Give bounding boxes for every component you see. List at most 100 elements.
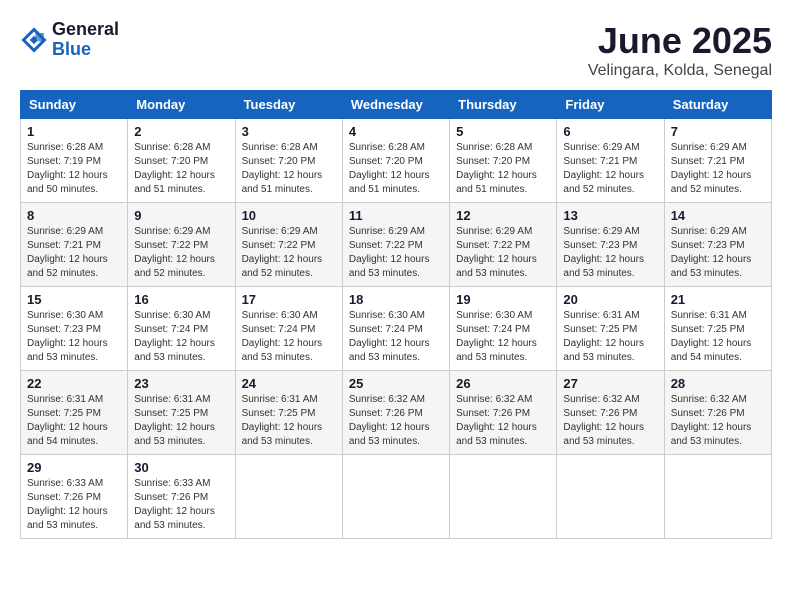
day-number: 4 — [349, 124, 443, 139]
table-row — [557, 455, 664, 539]
table-row — [235, 455, 342, 539]
day-info: Sunrise: 6:29 AM Sunset: 7:22 PM Dayligh… — [349, 225, 443, 281]
table-row: 25 Sunrise: 6:32 AM Sunset: 7:26 PM Dayli… — [342, 371, 449, 455]
table-row: 16 Sunrise: 6:30 AM Sunset: 7:24 PM Dayli… — [128, 287, 235, 371]
table-row: 8 Sunrise: 6:29 AM Sunset: 7:21 PM Daylig… — [21, 203, 128, 287]
col-friday: Friday — [557, 91, 664, 119]
table-row: 29 Sunrise: 6:33 AM Sunset: 7:26 PM Dayli… — [21, 455, 128, 539]
table-row: 19 Sunrise: 6:30 AM Sunset: 7:24 PM Dayli… — [450, 287, 557, 371]
logo-text: General Blue — [52, 20, 119, 60]
location-title: Velingara, Kolda, Senegal — [588, 62, 772, 80]
table-row: 15Sunrise: 6:30 AM Sunset: 7:23 PM Dayli… — [21, 287, 128, 371]
day-info: Sunrise: 6:28 AM Sunset: 7:20 PM Dayligh… — [134, 141, 228, 197]
calendar-week-2: 8 Sunrise: 6:29 AM Sunset: 7:21 PM Daylig… — [21, 203, 772, 287]
day-info: Sunrise: 6:28 AM Sunset: 7:20 PM Dayligh… — [242, 141, 336, 197]
day-number: 24 — [242, 376, 336, 391]
calendar-week-5: 29 Sunrise: 6:33 AM Sunset: 7:26 PM Dayli… — [21, 455, 772, 539]
day-info: Sunrise: 6:30 AM Sunset: 7:24 PM Dayligh… — [349, 309, 443, 365]
day-info: Sunrise: 6:28 AM Sunset: 7:20 PM Dayligh… — [456, 141, 550, 197]
day-info: Sunrise: 6:31 AM Sunset: 7:25 PM Dayligh… — [242, 393, 336, 449]
table-row: 20 Sunrise: 6:31 AM Sunset: 7:25 PM Dayli… — [557, 287, 664, 371]
table-row: 10 Sunrise: 6:29 AM Sunset: 7:22 PM Dayli… — [235, 203, 342, 287]
day-info: Sunrise: 6:33 AM Sunset: 7:26 PM Dayligh… — [27, 477, 121, 533]
table-row: 18Sunrise: 6:30 AM Sunset: 7:24 PM Dayli… — [342, 287, 449, 371]
col-saturday: Saturday — [664, 91, 771, 119]
calendar: Sunday Monday Tuesday Wednesday Thursday… — [20, 90, 772, 539]
day-number: 3 — [242, 124, 336, 139]
table-row: 4 Sunrise: 6:28 AM Sunset: 7:20 PM Daylig… — [342, 119, 449, 203]
day-info: Sunrise: 6:29 AM Sunset: 7:21 PM Dayligh… — [671, 141, 765, 197]
day-info: Sunrise: 6:31 AM Sunset: 7:25 PM Dayligh… — [27, 393, 121, 449]
day-info: Sunrise: 6:29 AM Sunset: 7:23 PM Dayligh… — [563, 225, 657, 281]
day-number: 7 — [671, 124, 765, 139]
table-row: 3 Sunrise: 6:28 AM Sunset: 7:20 PM Daylig… — [235, 119, 342, 203]
day-info: Sunrise: 6:32 AM Sunset: 7:26 PM Dayligh… — [563, 393, 657, 449]
day-info: Sunrise: 6:30 AM Sunset: 7:24 PM Dayligh… — [242, 309, 336, 365]
calendar-week-1: 1Sunrise: 6:28 AM Sunset: 7:19 PM Daylig… — [21, 119, 772, 203]
day-info: Sunrise: 6:29 AM Sunset: 7:21 PM Dayligh… — [27, 225, 121, 281]
table-row: 21 Sunrise: 6:31 AM Sunset: 7:25 PM Dayli… — [664, 287, 771, 371]
month-title: June 2025 — [588, 20, 772, 62]
day-info: Sunrise: 6:31 AM Sunset: 7:25 PM Dayligh… — [134, 393, 228, 449]
table-row: 5 Sunrise: 6:28 AM Sunset: 7:20 PM Daylig… — [450, 119, 557, 203]
day-number: 11 — [349, 208, 443, 223]
table-row: 2 Sunrise: 6:28 AM Sunset: 7:20 PM Daylig… — [128, 119, 235, 203]
day-number: 16 — [134, 292, 228, 307]
day-info: Sunrise: 6:32 AM Sunset: 7:26 PM Dayligh… — [671, 393, 765, 449]
header: General Blue June 2025 Velingara, Kolda,… — [20, 20, 772, 80]
day-number: 22 — [27, 376, 121, 391]
day-number: 29 — [27, 460, 121, 475]
day-info: Sunrise: 6:29 AM Sunset: 7:22 PM Dayligh… — [134, 225, 228, 281]
day-number: 9 — [134, 208, 228, 223]
col-sunday: Sunday — [21, 91, 128, 119]
table-row: 9 Sunrise: 6:29 AM Sunset: 7:22 PM Daylig… — [128, 203, 235, 287]
day-info: Sunrise: 6:30 AM Sunset: 7:24 PM Dayligh… — [134, 309, 228, 365]
table-row: 23Sunrise: 6:31 AM Sunset: 7:25 PM Dayli… — [128, 371, 235, 455]
col-wednesday: Wednesday — [342, 91, 449, 119]
col-tuesday: Tuesday — [235, 91, 342, 119]
title-area: June 2025 Velingara, Kolda, Senegal — [588, 20, 772, 80]
col-monday: Monday — [128, 91, 235, 119]
day-number: 5 — [456, 124, 550, 139]
day-info: Sunrise: 6:30 AM Sunset: 7:24 PM Dayligh… — [456, 309, 550, 365]
table-row: 14 Sunrise: 6:29 AM Sunset: 7:23 PM Dayli… — [664, 203, 771, 287]
table-row: 27Sunrise: 6:32 AM Sunset: 7:26 PM Dayli… — [557, 371, 664, 455]
table-row: 28Sunrise: 6:32 AM Sunset: 7:26 PM Dayli… — [664, 371, 771, 455]
day-number: 17 — [242, 292, 336, 307]
day-number: 13 — [563, 208, 657, 223]
day-info: Sunrise: 6:28 AM Sunset: 7:19 PM Dayligh… — [27, 141, 121, 197]
day-info: Sunrise: 6:31 AM Sunset: 7:25 PM Dayligh… — [671, 309, 765, 365]
day-info: Sunrise: 6:28 AM Sunset: 7:20 PM Dayligh… — [349, 141, 443, 197]
day-number: 2 — [134, 124, 228, 139]
calendar-header-row: Sunday Monday Tuesday Wednesday Thursday… — [21, 91, 772, 119]
table-row — [450, 455, 557, 539]
logo-general: General — [52, 20, 119, 40]
calendar-week-3: 15Sunrise: 6:30 AM Sunset: 7:23 PM Dayli… — [21, 287, 772, 371]
day-number: 21 — [671, 292, 765, 307]
day-number: 19 — [456, 292, 550, 307]
table-row: 11 Sunrise: 6:29 AM Sunset: 7:22 PM Dayli… — [342, 203, 449, 287]
calendar-week-4: 22 Sunrise: 6:31 AM Sunset: 7:25 PM Dayli… — [21, 371, 772, 455]
day-info: Sunrise: 6:31 AM Sunset: 7:25 PM Dayligh… — [563, 309, 657, 365]
day-number: 14 — [671, 208, 765, 223]
logo-icon — [20, 26, 48, 54]
day-info: Sunrise: 6:32 AM Sunset: 7:26 PM Dayligh… — [349, 393, 443, 449]
day-number: 20 — [563, 292, 657, 307]
day-info: Sunrise: 6:29 AM Sunset: 7:22 PM Dayligh… — [456, 225, 550, 281]
table-row: 6 Sunrise: 6:29 AM Sunset: 7:21 PM Daylig… — [557, 119, 664, 203]
col-thursday: Thursday — [450, 91, 557, 119]
day-number: 15 — [27, 292, 121, 307]
table-row: 7 Sunrise: 6:29 AM Sunset: 7:21 PM Daylig… — [664, 119, 771, 203]
day-info: Sunrise: 6:29 AM Sunset: 7:21 PM Dayligh… — [563, 141, 657, 197]
table-row: 26Sunrise: 6:32 AM Sunset: 7:26 PM Dayli… — [450, 371, 557, 455]
day-number: 25 — [349, 376, 443, 391]
day-number: 8 — [27, 208, 121, 223]
logo-blue: Blue — [52, 40, 119, 60]
day-number: 6 — [563, 124, 657, 139]
table-row: 22 Sunrise: 6:31 AM Sunset: 7:25 PM Dayli… — [21, 371, 128, 455]
day-number: 10 — [242, 208, 336, 223]
day-info: Sunrise: 6:29 AM Sunset: 7:22 PM Dayligh… — [242, 225, 336, 281]
table-row: 1Sunrise: 6:28 AM Sunset: 7:19 PM Daylig… — [21, 119, 128, 203]
day-info: Sunrise: 6:29 AM Sunset: 7:23 PM Dayligh… — [671, 225, 765, 281]
day-number: 30 — [134, 460, 228, 475]
